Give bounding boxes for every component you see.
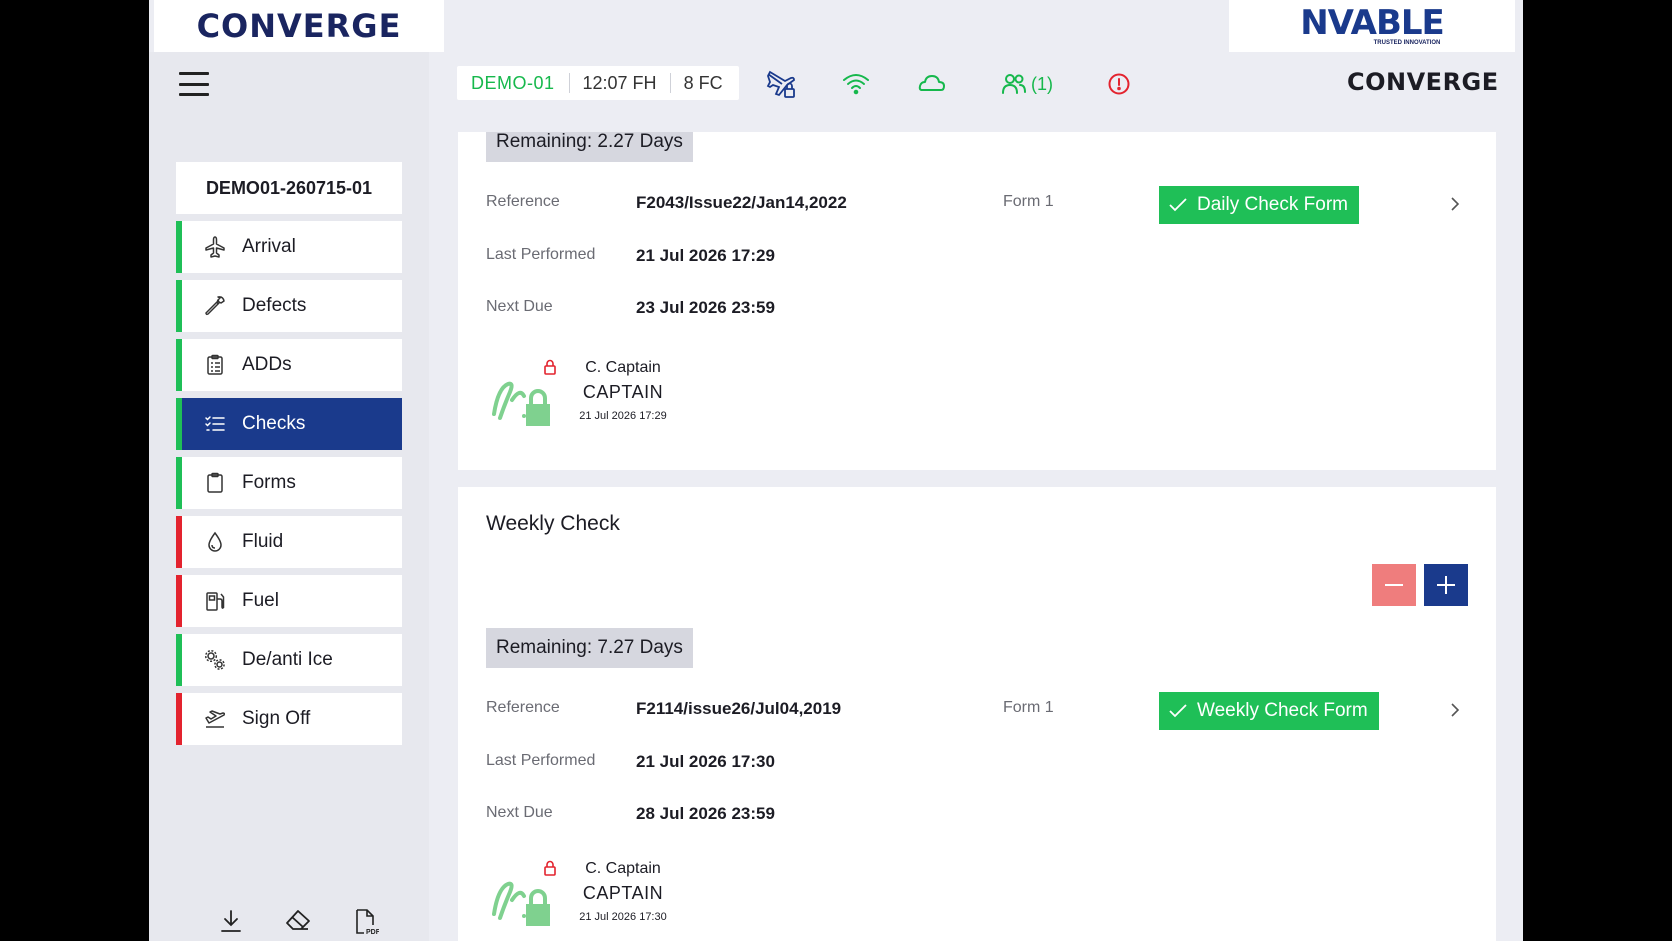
sidebar-item-label: Fuel — [242, 590, 279, 611]
last-performed-value: 21 Jul 2026 17:29 — [636, 246, 775, 265]
aircraft-lock-icon[interactable] — [765, 68, 797, 100]
flight-id[interactable]: DEMO01-260715-01 — [176, 162, 402, 214]
menu-icon[interactable] — [179, 72, 209, 96]
signed-at: 21 Jul 2026 17:30 — [579, 911, 667, 923]
next-due-value: 28 Jul 2026 23:59 — [636, 804, 775, 823]
nvable-logo-text: NVABLE — [1300, 3, 1445, 43]
converge-logo: CONVERGE — [154, 0, 444, 52]
nvable-tagline: TRUSTED INNOVATION — [1373, 40, 1441, 46]
add-button[interactable] — [1424, 564, 1468, 606]
nvable-logo: NVABLE TRUSTED INNOVATION — [1229, 0, 1515, 52]
checks-content: Remaining: 2.27 Days Reference F2043/Iss… — [458, 132, 1496, 941]
last-performed-value: 21 Jul 2026 17:30 — [636, 752, 775, 771]
signer-role: CAPTAIN — [582, 382, 664, 402]
form-label: Form 1 — [1003, 699, 1054, 716]
wifi-icon[interactable] — [841, 68, 871, 100]
signed-at: 21 Jul 2026 17:29 — [579, 410, 667, 422]
eraser-icon[interactable] — [284, 908, 312, 941]
signer-name: C. Captain — [585, 860, 661, 877]
last-performed-label: Last Performed — [486, 246, 596, 263]
flight-cycles: 8 FC — [683, 72, 723, 93]
reference-label: Reference — [486, 699, 560, 716]
takeoff-icon — [204, 708, 226, 730]
reference-value: F2114/issue26/Jul04,2019 — [636, 699, 842, 718]
users-count: (1) — [1031, 73, 1053, 94]
lock-icon — [544, 860, 556, 876]
daily-check-card: Remaining: 2.27 Days Reference F2043/Iss… — [458, 132, 1496, 470]
reference-value: F2043/Issue22/Jan14,2022 — [636, 193, 847, 212]
sidebar-item-fuel[interactable]: Fuel — [176, 575, 402, 627]
converge-brand-right: CONVERGE — [1347, 68, 1499, 96]
bottom-toolbar: PDF — [219, 908, 381, 941]
sidebar-item-de-anti-ice[interactable]: De/anti Ice — [176, 634, 402, 686]
converge-logo-text: CONVERGE — [196, 7, 402, 45]
sidebar-item-label: Checks — [242, 413, 306, 434]
aircraft-status-bar: DEMO-01 12:07 FH 8 FC — [457, 66, 739, 100]
chevron-right-icon[interactable] — [1450, 196, 1460, 212]
sidebar-item-forms[interactable]: Forms — [176, 457, 402, 509]
plus-icon — [1437, 576, 1455, 594]
pdf-icon[interactable]: PDF — [353, 908, 381, 941]
weekly-check-form-button[interactable]: Weekly Check Form — [1159, 692, 1379, 730]
form-label: Form 1 — [1003, 193, 1054, 210]
next-due-label: Next Due — [486, 804, 553, 821]
app-window: CONVERGE NVABLE TRUSTED INNOVATION DEMO-… — [149, 0, 1523, 941]
next-due-label: Next Due — [486, 298, 553, 315]
clipboard-list-icon — [204, 354, 226, 376]
minus-icon — [1385, 584, 1403, 586]
sidebar-item-defects[interactable]: Defects — [176, 280, 402, 332]
sidebar-nav: Arrival Defects ADDs Checks Forms Fluid … — [176, 221, 402, 752]
clipboard-icon — [204, 472, 226, 494]
sidebar-item-adds[interactable]: ADDs — [176, 339, 402, 391]
droplet-icon — [204, 531, 226, 553]
sidebar-item-label: ADDs — [242, 354, 292, 375]
sidebar-item-label: Fluid — [242, 531, 284, 552]
sidebar-item-sign-off[interactable]: Sign Off — [176, 693, 402, 745]
flight-hours: 12:07 FH — [582, 72, 657, 93]
sidebar-item-label: Defects — [242, 295, 307, 316]
lock-icon — [544, 359, 556, 375]
last-performed-label: Last Performed — [486, 752, 596, 769]
remaining-badge: Remaining: 7.27 Days — [486, 628, 693, 668]
next-due-value: 23 Jul 2026 23:59 — [636, 298, 775, 317]
sidebar-item-fluid[interactable]: Fluid — [176, 516, 402, 568]
sidebar-item-label: De/anti Ice — [242, 649, 333, 670]
card-title: Weekly Check — [486, 512, 620, 535]
users-icon[interactable]: (1) — [1001, 68, 1053, 100]
sidebar-item-label: Arrival — [242, 236, 296, 257]
alert-icon[interactable] — [1107, 68, 1131, 100]
remove-button[interactable] — [1372, 564, 1416, 606]
chevron-right-icon[interactable] — [1450, 702, 1460, 718]
check-icon — [1169, 198, 1187, 212]
cloud-icon[interactable] — [917, 68, 947, 100]
form-button-label: Weekly Check Form — [1197, 700, 1368, 721]
weekly-check-card: Weekly Check Remaining: 7.27 Days Refere… — [458, 487, 1496, 941]
sidebar-item-arrival[interactable]: Arrival — [176, 221, 402, 273]
daily-check-form-button[interactable]: Daily Check Form — [1159, 186, 1359, 224]
sidebar-item-label: Forms — [242, 472, 296, 493]
airplane-icon — [204, 236, 226, 258]
signer-role: CAPTAIN — [582, 883, 664, 903]
download-icon[interactable] — [219, 908, 243, 941]
checklist-icon — [204, 413, 226, 435]
signature-lock-icon — [492, 881, 550, 926]
wrench-icon — [204, 295, 226, 317]
fuel-pump-icon — [204, 590, 226, 612]
check-icon — [1169, 704, 1187, 718]
form-button-label: Daily Check Form — [1197, 194, 1348, 215]
aircraft-registration: DEMO-01 — [471, 72, 555, 93]
sidebar-item-label: Sign Off — [242, 708, 311, 729]
sidebar-item-checks[interactable]: Checks — [176, 398, 402, 450]
remaining-badge: Remaining: 2.27 Days — [486, 132, 693, 162]
gears-icon — [204, 649, 226, 671]
reference-label: Reference — [486, 193, 560, 210]
svg-text:PDF: PDF — [366, 929, 379, 936]
signer-name: C. Captain — [585, 359, 661, 376]
signature-lock-icon — [492, 381, 550, 426]
